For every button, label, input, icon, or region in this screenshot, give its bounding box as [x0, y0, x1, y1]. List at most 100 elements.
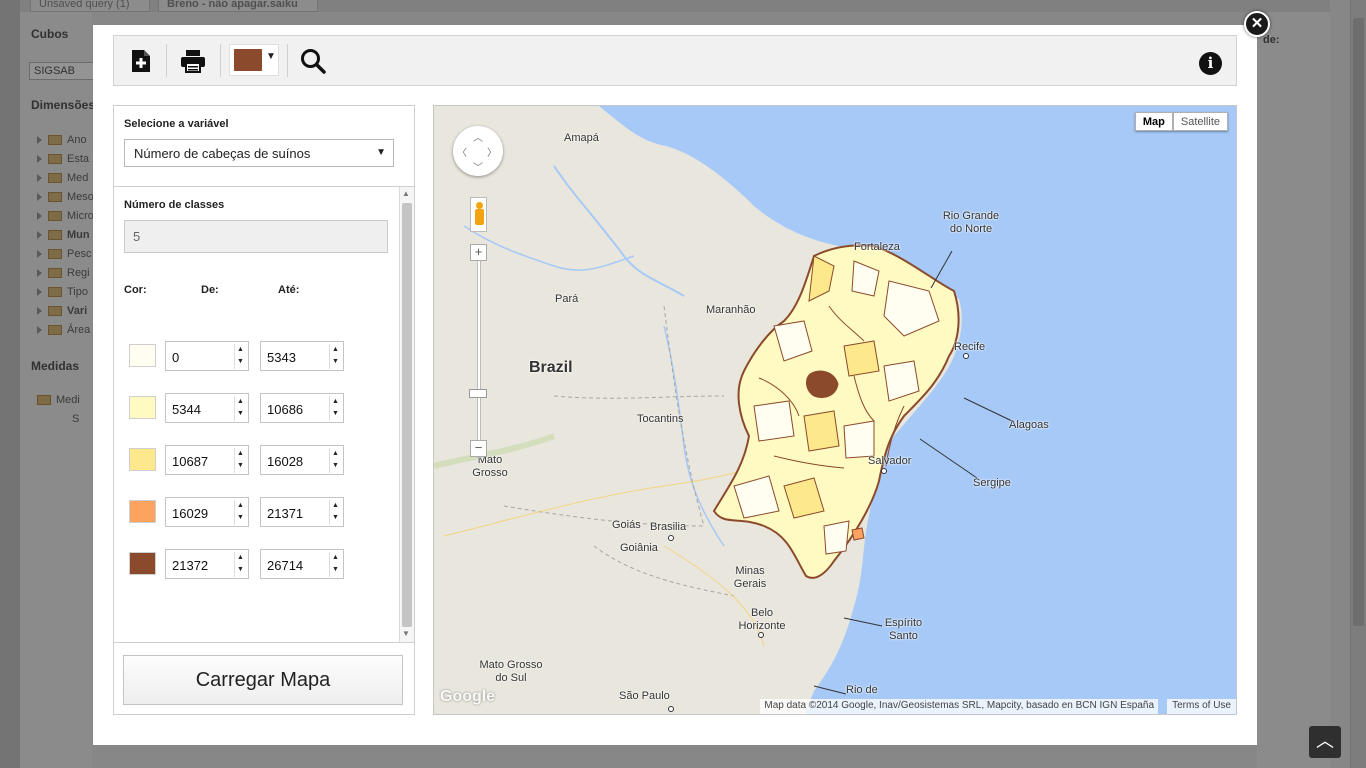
map-label-goiania: Goiânia — [620, 542, 658, 554]
spinner-icon[interactable]: ▲ ▼ — [329, 448, 341, 473]
spinner-icon[interactable]: ▲ ▼ — [234, 552, 246, 577]
panel-scrollbar-thumb[interactable] — [402, 203, 412, 627]
class-to-input[interactable]: 5343 ▲ ▼ — [260, 341, 344, 371]
class-from-input[interactable]: 21372 ▲ ▼ — [165, 549, 249, 579]
spinner-icon[interactable]: ▲ ▼ — [329, 500, 341, 525]
class-from-value: 10687 — [172, 454, 209, 469]
class-from-input[interactable]: 5344 ▲ ▼ — [165, 393, 249, 423]
map-label-brazil: Brazil — [529, 359, 573, 376]
class-from-value: 21372 — [172, 558, 209, 573]
toolbar-separator — [220, 44, 221, 77]
scroll-up-icon[interactable]: ▲ — [402, 189, 410, 198]
street-view-pegman-icon[interactable] — [470, 197, 487, 232]
close-icon: ✕ — [1250, 15, 1264, 32]
pan-control[interactable]: ︿ ﹀ 〈 〉 — [453, 126, 503, 176]
new-document-icon — [132, 49, 150, 72]
spinner-icon[interactable]: ▲ ▼ — [234, 448, 246, 473]
class-row: 5344 ▲ ▼ 10686 ▲ ▼ — [114, 393, 399, 423]
class-from-input[interactable]: 10687 ▲ ▼ — [165, 445, 249, 475]
pan-up-icon[interactable]: ︿ — [473, 129, 483, 144]
info-icon: i — [1207, 54, 1214, 72]
municipality-shape — [843, 420, 875, 459]
map-label-mato-grosso: Mato Grosso — [472, 454, 508, 479]
spinner-icon[interactable]: ▲ ▼ — [329, 396, 341, 421]
map-label-rio-de: Rio de — [846, 684, 878, 696]
new-document-button[interactable] — [115, 36, 167, 85]
class-from-input[interactable]: 0 ▲ ▼ — [165, 341, 249, 371]
zoom-in-button[interactable]: + — [470, 244, 487, 261]
map-modal: ▼ i Selecione a variável Número de cabeç… — [93, 25, 1257, 745]
class-to-input[interactable]: 10686 ▲ ▼ — [260, 393, 344, 423]
class-row: 21372 ▲ ▼ 26714 ▲ ▼ — [114, 549, 399, 579]
class-color-swatch[interactable] — [129, 500, 156, 523]
class-count-input[interactable]: 5 — [124, 220, 388, 253]
municipality-shape — [753, 400, 795, 442]
map-label-mato-grosso-do-sul: Mato Grosso do Sul — [479, 659, 543, 684]
map-attribution: Map data ©2014 Google, Inav/Geosistemas … — [760, 699, 1158, 714]
class-from-value: 0 — [172, 350, 180, 365]
color-column-header: Cor: — [124, 284, 147, 296]
map-toolbar: ▼ i — [113, 35, 1237, 86]
zoom-slider-track[interactable] — [477, 258, 481, 458]
color-picker-button[interactable]: ▼ — [229, 44, 279, 76]
map-type-map-button[interactable]: Map — [1134, 112, 1173, 131]
class-color-swatch[interactable] — [129, 396, 156, 419]
load-section: Carregar Mapa — [114, 642, 414, 714]
city-marker — [668, 706, 674, 712]
municipality-shape — [803, 410, 840, 452]
search-button[interactable] — [287, 36, 339, 85]
google-logo: Google — [440, 688, 496, 705]
class-row: 16029 ▲ ▼ 21371 ▲ ▼ — [114, 497, 399, 527]
scroll-to-top-button[interactable]: ︿ — [1309, 726, 1341, 758]
municipality-shape — [843, 340, 880, 377]
zoom-slider-knob[interactable] — [469, 389, 487, 398]
class-from-value: 5344 — [172, 402, 201, 417]
map-label-minas-gerais: Minas Gerais — [733, 565, 767, 590]
class-to-input[interactable]: 16028 ▲ ▼ — [260, 445, 344, 475]
class-from-input[interactable]: 16029 ▲ ▼ — [165, 497, 249, 527]
map-label-salvador: Salvador — [868, 455, 912, 467]
spinner-icon[interactable]: ▲ ▼ — [329, 344, 341, 369]
class-color-swatch[interactable] — [129, 448, 156, 471]
map-label-fortaleza: Fortaleza — [854, 241, 900, 253]
print-icon — [181, 49, 205, 73]
panel-scrollbar[interactable]: ▲ ▼ — [399, 187, 414, 642]
pan-right-icon[interactable]: 〉 — [487, 144, 497, 159]
class-color-swatch[interactable] — [129, 552, 156, 575]
class-to-input[interactable]: 26714 ▲ ▼ — [260, 549, 344, 579]
map-basemap — [434, 106, 1236, 714]
municipality-shape — [851, 527, 865, 541]
class-to-value: 5343 — [267, 350, 296, 365]
selected-color-swatch — [234, 49, 262, 71]
terms-of-use-link[interactable]: Terms of Use — [1167, 699, 1236, 714]
map-label-brasilia: Brasilia — [650, 521, 687, 533]
pan-down-icon[interactable]: ﹀ — [473, 159, 483, 174]
classification-panel: Selecione a variável Número de cabeças d… — [113, 105, 415, 715]
map-type-control: Map Satellite — [1134, 112, 1228, 131]
spinner-icon[interactable]: ▲ ▼ — [234, 344, 246, 369]
map-label-maranhao: Maranhão — [706, 304, 756, 316]
chevron-up-icon: ︿ — [1316, 731, 1334, 751]
dropdown-arrow-icon: ▼ — [376, 147, 386, 158]
map-view[interactable]: Amapá Fortaleza Rio Grande do Norte Pará… — [433, 105, 1237, 715]
print-button[interactable] — [167, 36, 219, 85]
scroll-down-icon[interactable]: ▼ — [402, 629, 410, 638]
spinner-icon[interactable]: ▲ ▼ — [329, 552, 341, 577]
map-label-sao-paulo: São Paulo — [619, 690, 670, 702]
class-to-input[interactable]: 21371 ▲ ▼ — [260, 497, 344, 527]
class-color-swatch[interactable] — [129, 344, 156, 367]
classes-section: Número de classes 5 Cor: De: Até: 0 ▲ ▼ 53… — [114, 186, 414, 642]
city-marker — [963, 353, 969, 359]
map-label-rio-grande-do-norte: Rio Grande do Norte — [942, 210, 1000, 235]
map-type-satellite-button[interactable]: Satellite — [1172, 112, 1228, 131]
map-label-amapa: Amapá — [564, 132, 599, 144]
load-map-button[interactable]: Carregar Mapa — [123, 655, 403, 705]
variable-select[interactable]: Número de cabeças de suínos ▼ — [124, 139, 394, 167]
city-marker — [668, 535, 674, 541]
pan-left-icon[interactable]: 〈 — [457, 144, 467, 159]
zoom-out-button[interactable]: − — [470, 440, 487, 457]
close-modal-button[interactable]: ✕ — [1244, 11, 1270, 37]
info-button[interactable]: i — [1199, 52, 1222, 75]
spinner-icon[interactable]: ▲ ▼ — [234, 396, 246, 421]
spinner-icon[interactable]: ▲ ▼ — [234, 500, 246, 525]
